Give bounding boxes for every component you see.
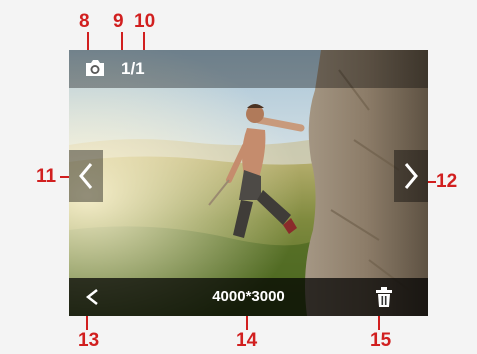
top-bar: 1/1 bbox=[69, 50, 428, 88]
chevron-right-icon bbox=[404, 163, 418, 189]
camera-icon bbox=[86, 60, 104, 76]
callout-14: 14 bbox=[236, 330, 258, 351]
callout-15: 15 bbox=[370, 330, 392, 351]
callout-8: 8 bbox=[79, 11, 90, 32]
callout-9: 9 bbox=[113, 11, 124, 32]
chevron-left-icon bbox=[79, 163, 93, 189]
callout-11: 11 bbox=[36, 166, 57, 187]
bottom-bar: 4000*3000 bbox=[69, 278, 428, 316]
callout-10: 10 bbox=[134, 11, 156, 32]
callout-12: 12 bbox=[436, 171, 458, 192]
file-counter: 1/1 bbox=[121, 59, 145, 78]
previous-button[interactable] bbox=[69, 150, 103, 202]
playback-screen: 1/1 4000*3000 bbox=[69, 50, 428, 316]
next-button[interactable] bbox=[394, 150, 428, 202]
trash-icon[interactable] bbox=[374, 286, 394, 308]
photo-preview bbox=[69, 50, 428, 316]
callout-13: 13 bbox=[78, 330, 100, 351]
